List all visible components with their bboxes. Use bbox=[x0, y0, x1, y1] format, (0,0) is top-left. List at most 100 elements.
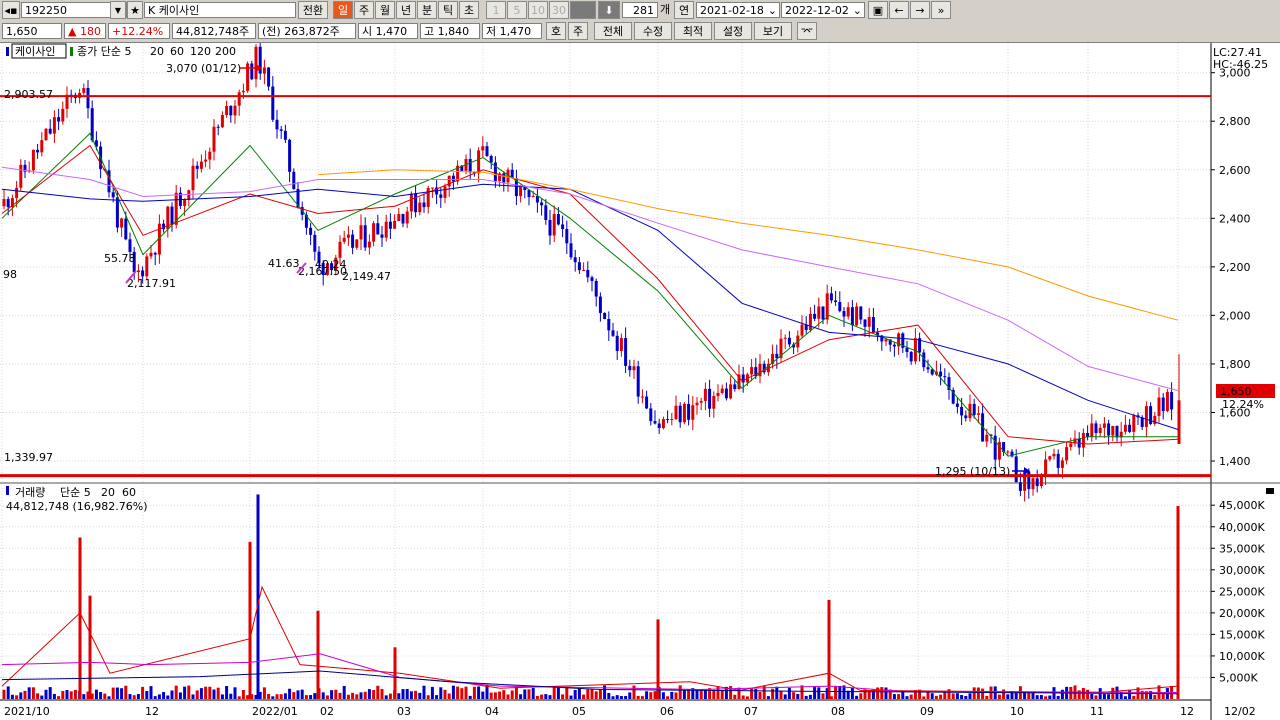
candle-body bbox=[451, 175, 455, 182]
volume-bar bbox=[195, 690, 199, 699]
volume-bar bbox=[745, 696, 749, 699]
tick-button-10[interactable]: 10 bbox=[528, 1, 548, 19]
bar-count-input[interactable]: 281 bbox=[622, 2, 658, 18]
candle-body bbox=[729, 384, 733, 399]
down-arrow-icon[interactable]: ⬇ bbox=[598, 1, 620, 19]
candle-body bbox=[430, 187, 434, 189]
convert-button[interactable]: 전환 bbox=[298, 1, 328, 19]
x-tick-label: 05 bbox=[572, 705, 586, 718]
all-button[interactable]: 전체 bbox=[594, 22, 632, 40]
volume-bar bbox=[128, 694, 132, 699]
volume-bar bbox=[330, 690, 334, 699]
candle-body bbox=[750, 367, 754, 375]
tick-button-1[interactable]: 1 bbox=[486, 1, 506, 19]
period-button-5[interactable]: 틱 bbox=[438, 1, 458, 19]
volume-bar bbox=[645, 691, 649, 699]
volume-bar bbox=[397, 693, 401, 699]
volume-bar bbox=[225, 686, 229, 699]
candle-body bbox=[6, 199, 10, 208]
candle-body bbox=[1098, 427, 1102, 433]
save-icon[interactable]: ▣ bbox=[868, 1, 888, 19]
x-tick-label: 12 bbox=[145, 705, 159, 718]
candle-body bbox=[519, 186, 523, 197]
volume-bar bbox=[296, 690, 300, 699]
optimal-button[interactable]: 최적 bbox=[674, 22, 712, 40]
volume-bar bbox=[447, 693, 451, 699]
hoga-button[interactable]: 호 bbox=[546, 22, 566, 40]
candle-body bbox=[607, 319, 611, 331]
options-icon[interactable]: ⌤ bbox=[797, 22, 817, 40]
candle-body bbox=[653, 421, 657, 424]
candle-body bbox=[628, 365, 632, 371]
candle-body bbox=[136, 270, 140, 273]
volume-bar bbox=[481, 691, 485, 699]
candle-body bbox=[775, 353, 779, 359]
volume-bar bbox=[1056, 695, 1060, 699]
candle-body bbox=[208, 151, 212, 160]
period-button-0[interactable]: 일 bbox=[333, 1, 353, 19]
volume-bar bbox=[901, 691, 905, 699]
candle-body bbox=[1060, 460, 1064, 468]
next-arrow-icon[interactable]: → bbox=[910, 1, 930, 19]
last-arrow-icon[interactable]: » bbox=[931, 1, 951, 19]
candle-body bbox=[1123, 424, 1127, 432]
candle-body bbox=[44, 128, 48, 141]
volume-bar bbox=[850, 687, 854, 699]
candle-body bbox=[586, 269, 590, 278]
candle-body bbox=[577, 262, 581, 271]
blank-button[interactable] bbox=[570, 1, 596, 19]
volume-bar bbox=[1115, 686, 1119, 699]
volume-bar bbox=[61, 690, 65, 699]
volume-bar bbox=[493, 692, 497, 699]
legend-ma20: 20 bbox=[150, 45, 164, 58]
menu-icon[interactable]: ◂▪ bbox=[2, 1, 20, 19]
tick-button-5[interactable]: 5 bbox=[507, 1, 527, 19]
volume-bar bbox=[1023, 692, 1027, 699]
favorite-star-icon[interactable]: ★ bbox=[127, 1, 143, 19]
chart-area[interactable]: 1,4001,6001,8002,0002,2002,4002,6002,800… bbox=[0, 43, 1280, 720]
volume-bar bbox=[531, 687, 535, 699]
date-toggle-button[interactable]: 연 bbox=[674, 1, 694, 19]
date-from-input[interactable]: 2021-02-18 ⌄ bbox=[696, 2, 780, 18]
candle-body bbox=[594, 280, 598, 297]
period-button-6[interactable]: 초 bbox=[459, 1, 479, 19]
candle-body bbox=[808, 313, 812, 330]
volume-bar bbox=[619, 696, 623, 699]
period-button-3[interactable]: 년 bbox=[396, 1, 416, 19]
prev-arrow-icon[interactable]: ← bbox=[889, 1, 909, 19]
volume-bar bbox=[1094, 695, 1098, 699]
x-tick-label: 2021/10 bbox=[4, 705, 50, 718]
candle-body bbox=[972, 403, 976, 415]
candle-body bbox=[603, 312, 607, 320]
candle-body bbox=[141, 270, 145, 277]
candle-body bbox=[1115, 426, 1119, 438]
order-button[interactable]: 주 bbox=[568, 22, 588, 40]
volume-bar bbox=[153, 696, 157, 699]
tick-button-30[interactable]: 30 bbox=[549, 1, 569, 19]
volume-bar bbox=[775, 686, 779, 699]
candle-body bbox=[569, 243, 573, 258]
candle-body bbox=[82, 88, 86, 93]
volume-bar bbox=[909, 694, 913, 699]
volume-bar bbox=[1086, 689, 1090, 699]
volume-spike-bar bbox=[78, 537, 82, 699]
x-tick-label: 02 bbox=[320, 705, 334, 718]
volume-bar bbox=[1123, 696, 1127, 699]
period-button-1[interactable]: 주 bbox=[354, 1, 374, 19]
view-button[interactable]: 보기 bbox=[754, 22, 792, 40]
period-button-4[interactable]: 분 bbox=[417, 1, 437, 19]
volume-bar bbox=[384, 695, 388, 699]
code-dropdown-icon[interactable]: ▼ bbox=[110, 1, 126, 19]
date-to-input[interactable]: 2022-12-02 ⌄ bbox=[781, 2, 865, 18]
volume-bar bbox=[552, 687, 556, 699]
settings-button[interactable]: 설정 bbox=[714, 22, 752, 40]
adjust-button[interactable]: 수정 bbox=[634, 22, 672, 40]
collapse-panel-icon[interactable] bbox=[1266, 488, 1274, 494]
volume-bar bbox=[149, 686, 153, 699]
high-field: 고 1,840 bbox=[420, 23, 480, 39]
candle-body bbox=[153, 252, 157, 255]
volume-legend-title: 거래량 bbox=[15, 486, 45, 499]
candle-body bbox=[1048, 456, 1052, 460]
candle-body bbox=[1069, 443, 1073, 448]
period-button-2[interactable]: 월 bbox=[375, 1, 395, 19]
